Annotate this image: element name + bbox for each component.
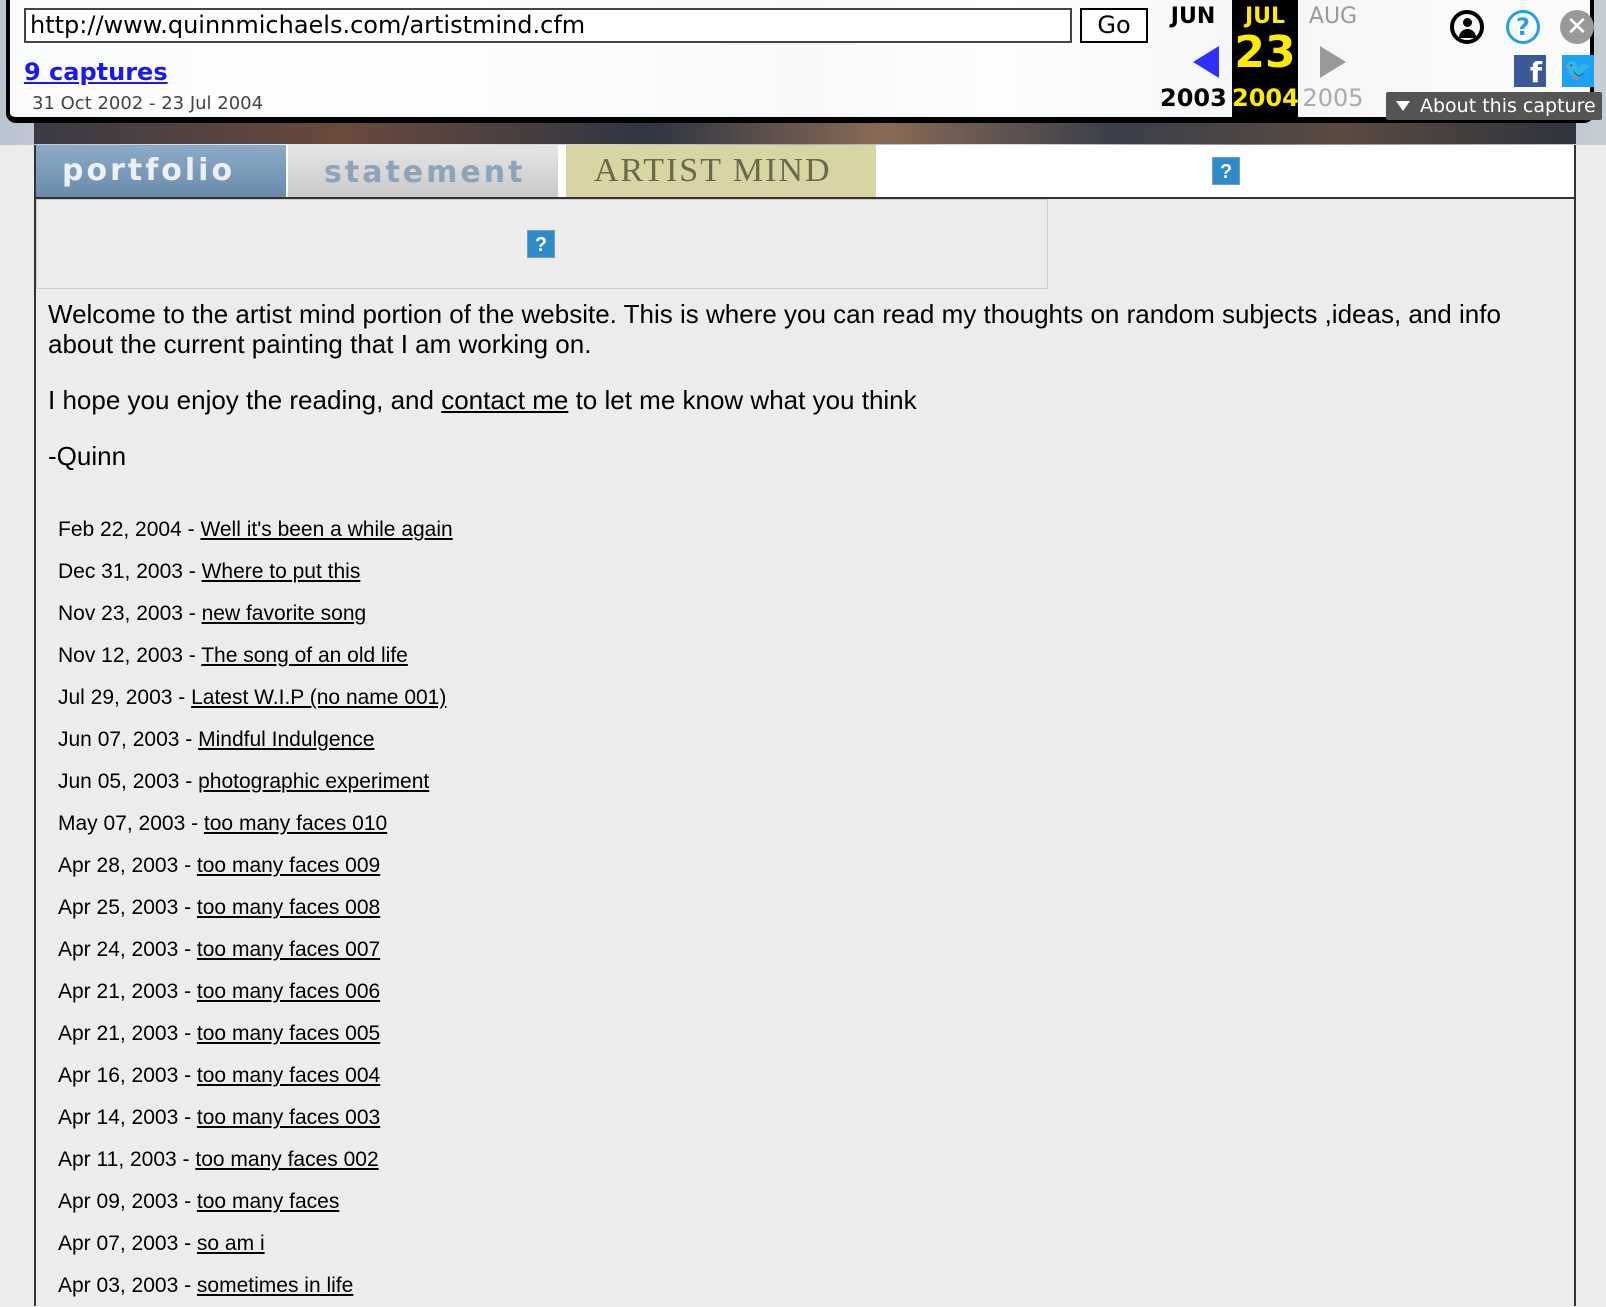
url-input[interactable]: http://www.quinnmichaels.com/artistmind.… (24, 8, 1072, 43)
list-item: Apr 28, 2003 - too many faces 009 (58, 845, 453, 887)
next-month-label: AUG (1308, 4, 1358, 29)
entry-link[interactable]: The song of an old life (201, 644, 408, 667)
intro-text: Welcome to the artist mind portion of th… (48, 299, 1558, 497)
broken-image-icon: ? (1212, 157, 1240, 185)
entry-date: Apr 21, 2003 - (58, 980, 197, 1003)
about-capture-button[interactable]: About this capture (1386, 92, 1602, 120)
entry-link[interactable]: Latest W.I.P (no name 001) (191, 686, 446, 709)
list-item: May 07, 2003 - too many faces 010 (58, 803, 453, 845)
list-item: Jun 05, 2003 - photographic experiment (58, 761, 453, 803)
entry-date: Apr 24, 2003 - (58, 938, 197, 961)
entry-date: Nov 23, 2003 - (58, 602, 202, 625)
list-item: Nov 12, 2003 - The song of an old life (58, 635, 453, 677)
entry-link[interactable]: too many faces 004 (197, 1064, 380, 1087)
list-item: Apr 11, 2003 - too many faces 002 (58, 1139, 453, 1181)
facebook-icon[interactable]: f (1514, 55, 1546, 89)
current-month-label: JUL (1244, 4, 1286, 29)
current-year-label: 2004 (1232, 84, 1299, 112)
user-account-icon[interactable] (1450, 10, 1484, 44)
list-item: Apr 16, 2003 - too many faces 004 (58, 1055, 453, 1097)
list-item: Jul 29, 2003 - Latest W.I.P (no name 001… (58, 677, 453, 719)
entry-date: Apr 11, 2003 - (58, 1148, 196, 1171)
entry-date: Dec 31, 2003 - (58, 560, 202, 583)
list-item: Apr 09, 2003 - too many faces (58, 1181, 453, 1223)
intro-paragraph: Welcome to the artist mind portion of th… (48, 299, 1501, 359)
list-item: Apr 25, 2003 - too many faces 008 (58, 887, 453, 929)
list-item: Jun 07, 2003 - Mindful Indulgence (58, 719, 453, 761)
tab-artist-mind[interactable]: ARTIST MIND (566, 145, 876, 197)
entry-link[interactable]: too many faces (197, 1190, 339, 1213)
list-item: Apr 21, 2003 - too many faces 005 (58, 1013, 453, 1055)
about-capture-label: About this capture (1420, 95, 1596, 117)
entry-link[interactable]: Where to put this (202, 560, 361, 583)
entry-link[interactable]: too many faces 007 (197, 938, 380, 961)
entry-date: Feb 22, 2004 - (58, 518, 201, 541)
header-image-box: ? (36, 199, 1048, 289)
entry-link[interactable]: photographic experiment (198, 770, 429, 793)
wayback-toolbar: http://www.quinnmichaels.com/artistmind.… (6, 0, 1602, 123)
contact-text-before: I hope you enjoy the reading, and (48, 385, 442, 415)
entry-date: Apr 16, 2003 - (58, 1064, 197, 1087)
signature: -Quinn (48, 441, 127, 471)
calendar-current-month: JUL 23 2004 (1232, 0, 1299, 117)
entry-link[interactable]: too many faces 006 (197, 980, 380, 1003)
entry-link[interactable]: too many faces 003 (197, 1106, 380, 1129)
tab-portfolio[interactable]: portfolio (36, 145, 286, 197)
list-item: Apr 03, 2003 - sometimes in life (58, 1265, 453, 1307)
tab-statement[interactable]: statement (288, 145, 558, 197)
entry-list: Feb 22, 2004 - Well it's been a while ag… (58, 509, 453, 1307)
list-item: Apr 07, 2003 - so am i (58, 1223, 453, 1265)
close-icon[interactable]: ✕ (1560, 10, 1594, 44)
list-item: Apr 14, 2003 - too many faces 003 (58, 1097, 453, 1139)
entry-link[interactable]: so am i (197, 1232, 265, 1255)
prev-capture-arrow-icon[interactable] (1193, 46, 1219, 78)
site-nav: portfolio statement ARTIST MIND ? (34, 145, 1576, 199)
help-icon[interactable]: ? (1506, 10, 1540, 44)
contact-me-link[interactable]: contact me (441, 385, 568, 415)
list-item: Feb 22, 2004 - Well it's been a while ag… (58, 509, 453, 551)
entry-date: Apr 21, 2003 - (58, 1022, 197, 1045)
entry-link[interactable]: new favorite song (202, 602, 367, 625)
next-year-label: 2005 (1302, 84, 1364, 112)
entry-date: Jun 07, 2003 - (58, 728, 199, 751)
entry-date: Apr 03, 2003 - (58, 1274, 197, 1297)
prev-year-label: 2003 (1160, 84, 1227, 112)
entry-date: Apr 09, 2003 - (58, 1190, 197, 1213)
entry-link[interactable]: Well it's been a while again (200, 518, 452, 541)
current-day-label: 23 (1234, 27, 1296, 78)
entry-date: Apr 07, 2003 - (58, 1232, 197, 1255)
entry-date: Jul 29, 2003 - (58, 686, 192, 709)
entry-link[interactable]: too many faces 008 (197, 896, 380, 919)
contact-paragraph: I hope you enjoy the reading, and contac… (48, 385, 1558, 415)
go-button[interactable]: Go (1080, 8, 1148, 43)
broken-image-icon: ? (527, 230, 555, 258)
list-item: Dec 31, 2003 - Where to put this (58, 551, 453, 593)
main-content: ? Welcome to the artist mind portion of … (34, 199, 1576, 1306)
entry-date: Apr 28, 2003 - (58, 854, 197, 877)
entry-link[interactable]: too many faces 010 (204, 812, 387, 835)
list-item: Apr 24, 2003 - too many faces 007 (58, 929, 453, 971)
entry-link[interactable]: too many faces 009 (197, 854, 380, 877)
entry-link[interactable]: too many faces 005 (197, 1022, 380, 1045)
entry-date: Nov 12, 2003 - (58, 644, 202, 667)
entry-link[interactable]: too many faces 002 (195, 1148, 378, 1171)
capture-range: 31 Oct 2002 - 23 Jul 2004 (32, 93, 264, 114)
prev-month-label: JUN (1170, 4, 1216, 29)
next-capture-arrow-icon[interactable] (1320, 46, 1346, 78)
calendar-next-month[interactable]: AUG 2005 (1300, 0, 1366, 112)
contact-text-after: to let me know what you think (568, 385, 917, 415)
calendar-prev-month[interactable]: JUN 2003 (1160, 0, 1227, 112)
entry-date: Apr 25, 2003 - (58, 896, 197, 919)
list-item: Nov 23, 2003 - new favorite song (58, 593, 453, 635)
entry-date: Apr 14, 2003 - (58, 1106, 197, 1129)
entry-link[interactable]: Mindful Indulgence (198, 728, 374, 751)
entry-date: May 07, 2003 - (58, 812, 204, 835)
entry-date: Jun 05, 2003 - (58, 770, 199, 793)
list-item: Apr 21, 2003 - too many faces 006 (58, 971, 453, 1013)
dropdown-triangle-icon (1396, 101, 1410, 111)
captures-link[interactable]: 9 captures (24, 58, 168, 86)
twitter-icon[interactable]: 🐦 (1562, 55, 1594, 87)
entry-link[interactable]: sometimes in life (197, 1274, 353, 1297)
